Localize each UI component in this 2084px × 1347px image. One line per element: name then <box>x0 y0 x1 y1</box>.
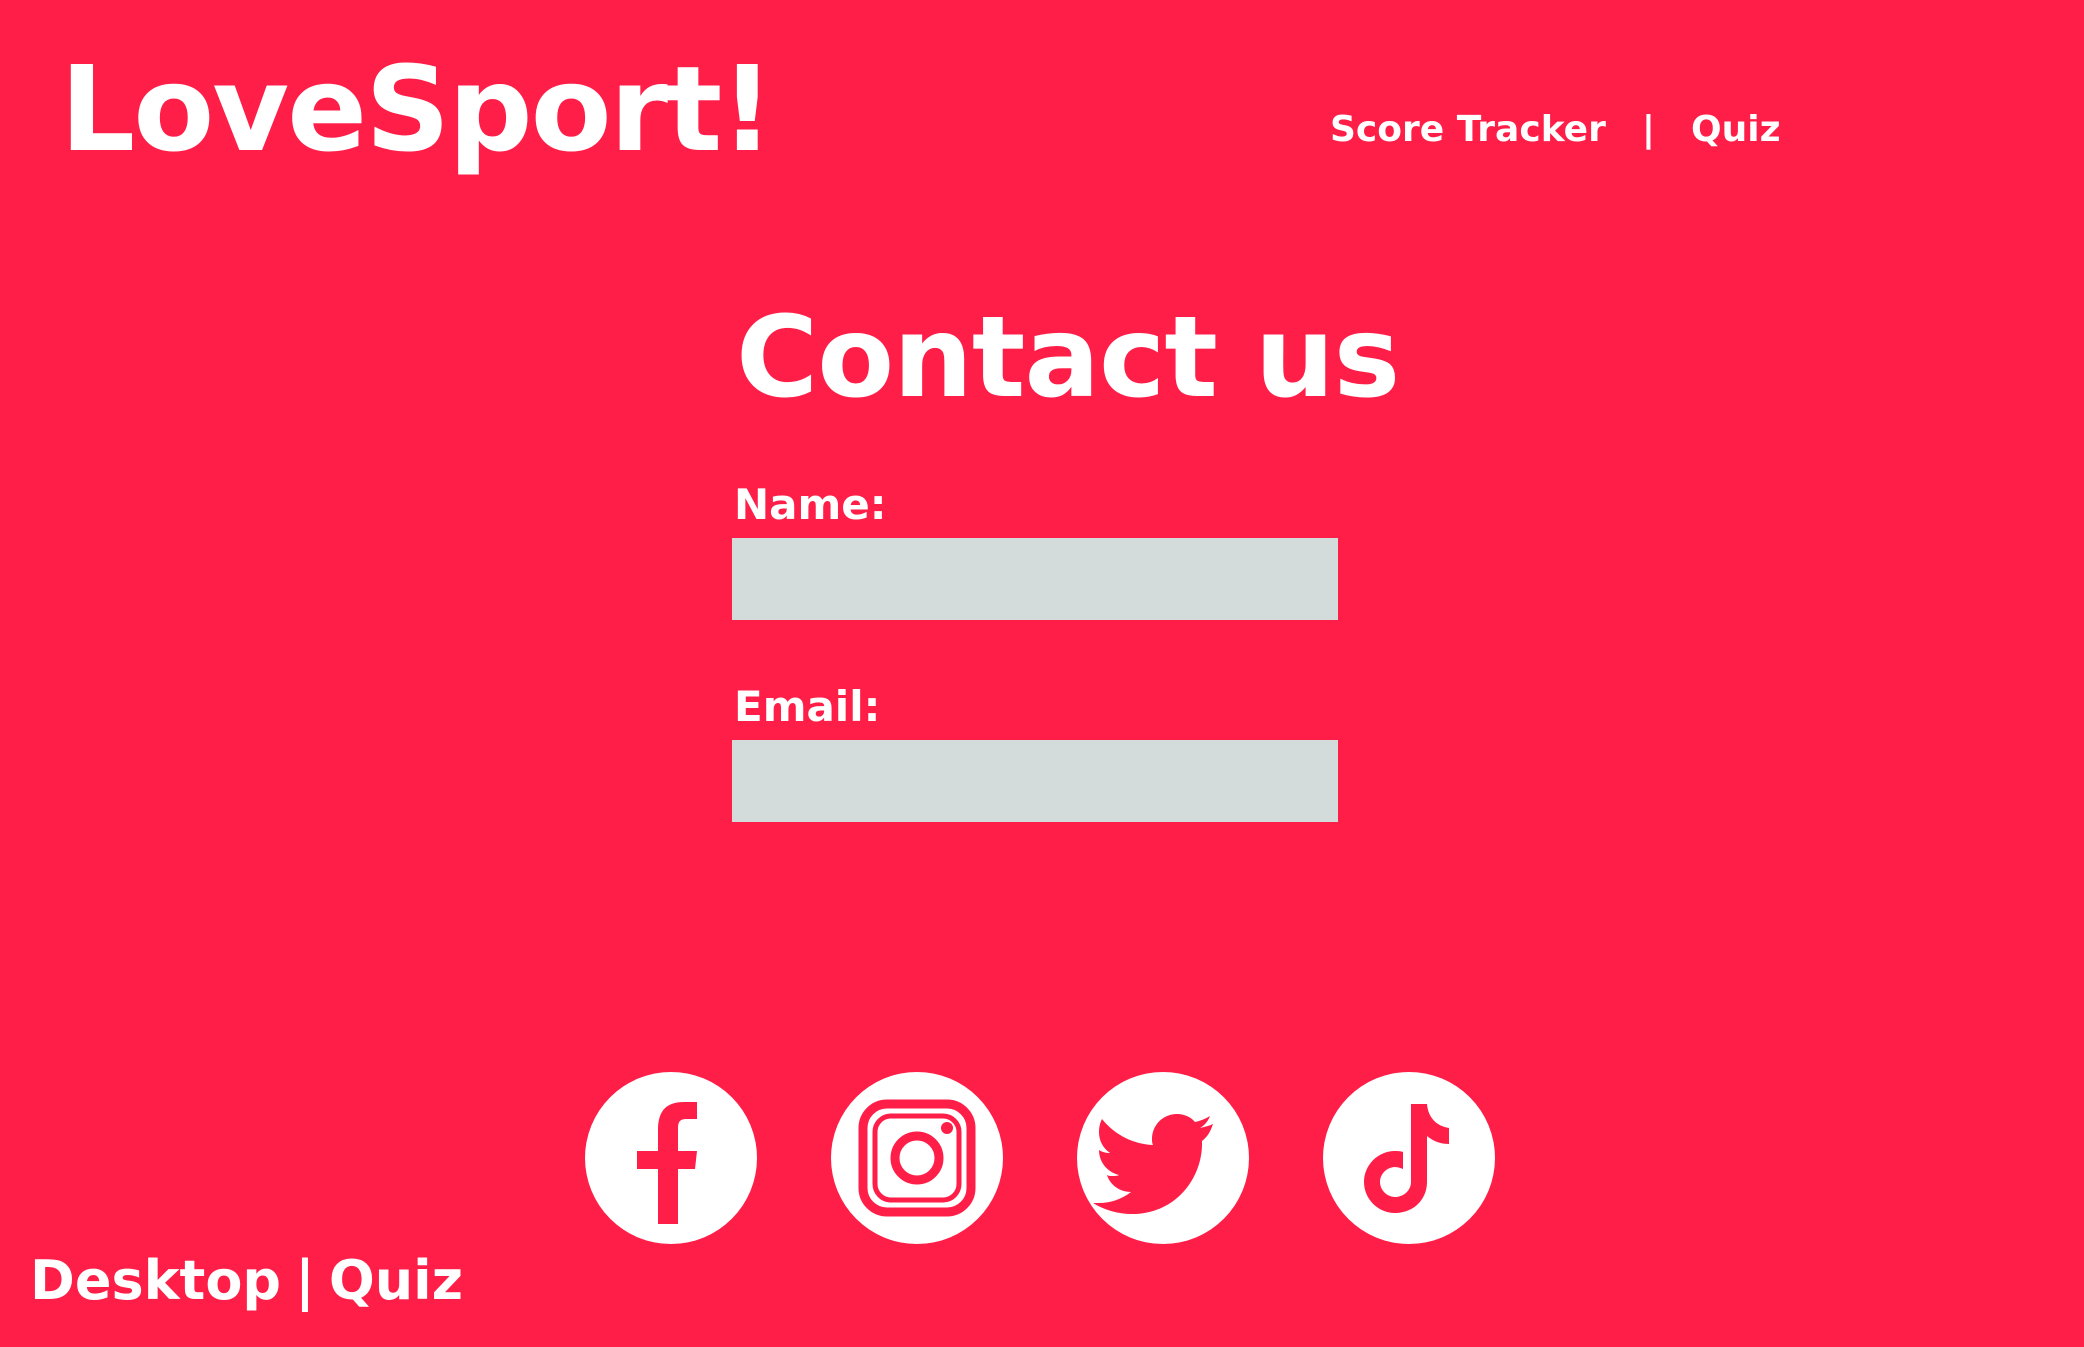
tiktok-icon <box>1364 1104 1449 1213</box>
twitter-button[interactable] <box>1077 1072 1249 1244</box>
tiktok-button[interactable] <box>1323 1072 1495 1244</box>
page-title: Contact us <box>736 293 1400 423</box>
footer-page: Quiz <box>328 1249 464 1312</box>
name-field-group: Name: <box>732 484 1338 620</box>
facebook-button[interactable] <box>585 1072 757 1244</box>
name-label: Name: <box>734 480 887 529</box>
site-logo[interactable]: LoveSport! <box>60 50 774 168</box>
nav-separator: | <box>1641 109 1655 150</box>
instagram-button[interactable] <box>831 1072 1003 1244</box>
nav-link-quiz[interactable]: Quiz <box>1691 112 1781 148</box>
footer-caption: Desktop | Quiz <box>30 1254 463 1308</box>
twitter-icon <box>1093 1114 1213 1214</box>
nav-link-score-tracker[interactable]: Score Tracker <box>1330 112 1606 148</box>
email-field-group: Email: <box>732 686 1338 822</box>
email-label: Email: <box>734 682 881 731</box>
facebook-icon <box>637 1102 697 1224</box>
footer-platform: Desktop <box>30 1249 282 1312</box>
top-nav: Score Tracker | Quiz <box>1330 112 1781 148</box>
name-input[interactable] <box>732 538 1338 620</box>
contact-form: Name: Email: <box>732 484 1338 822</box>
footer-separator: | <box>295 1249 315 1312</box>
email-input[interactable] <box>732 740 1338 822</box>
instagram-icon <box>858 1099 976 1217</box>
social-links <box>585 1072 1495 1244</box>
